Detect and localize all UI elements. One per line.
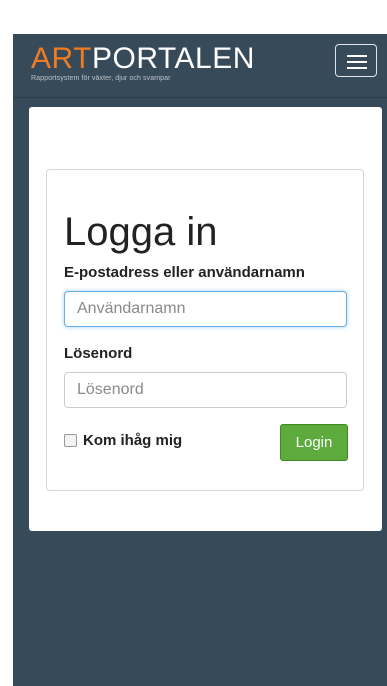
- menu-bar: [347, 67, 367, 69]
- status-bar: [13, 0, 387, 34]
- brand-logo[interactable]: ARTPORTALEN Rapportsystem för växter, dj…: [31, 44, 255, 83]
- login-form: Logga in E-postadress eller användarnamn…: [46, 169, 364, 491]
- username-input[interactable]: [64, 291, 347, 327]
- page-title: Logga in: [64, 210, 218, 254]
- menu-bar: [347, 61, 367, 63]
- remember-me-checkbox[interactable]: [64, 434, 77, 447]
- password-label: Lösenord: [64, 345, 133, 362]
- brand-tagline: Rapportsystem för växter, djur och svamp…: [31, 75, 171, 82]
- top-navbar: ARTPORTALEN Rapportsystem för växter, dj…: [13, 34, 387, 98]
- remember-me[interactable]: Kom ihåg mig: [64, 432, 182, 449]
- brand-name-portalen: PORTALEN: [91, 42, 255, 75]
- password-input[interactable]: [64, 372, 347, 408]
- main-panel: Logga in E-postadress eller användarnamn…: [29, 107, 382, 531]
- username-label: E-postadress eller användarnamn: [64, 264, 305, 281]
- menu-bar: [347, 55, 367, 57]
- brand-name-art: ART: [31, 42, 92, 75]
- remember-me-label[interactable]: Kom ihåg mig: [83, 432, 182, 449]
- brand-name: ARTPORTALEN: [31, 44, 255, 74]
- login-button[interactable]: Login: [280, 424, 348, 461]
- hamburger-menu-icon[interactable]: [335, 44, 377, 77]
